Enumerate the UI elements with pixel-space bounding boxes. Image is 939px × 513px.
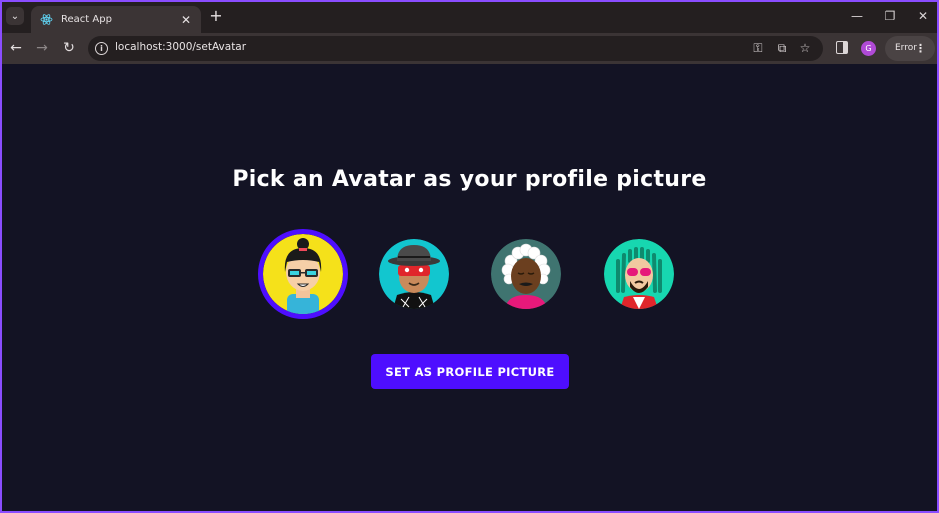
set-profile-picture-button[interactable]: SET AS PROFILE PICTURE [371, 354, 569, 389]
side-panel-icon[interactable] [836, 41, 848, 54]
error-label: Error [895, 43, 917, 53]
tab-react-app[interactable]: React App ✕ [31, 6, 201, 33]
chevron-down-icon: ⌄ [10, 10, 20, 22]
avatar-yellow-sunglasses-icon [263, 234, 343, 314]
avatar-hat-mask-icon [379, 239, 449, 309]
window-border [0, 0, 939, 513]
page-title: Pick an Avatar as your profile picture [232, 167, 707, 192]
avatar-dreadlocks-icon [604, 239, 674, 309]
forward-arrow-icon[interactable]: → [32, 38, 52, 58]
address-bar[interactable]: i localhost:3000/setAvatar ⚿ ⧉ ☆ [88, 36, 823, 61]
window-close-icon[interactable]: ✕ [913, 9, 933, 25]
avatar-option-2[interactable] [379, 239, 449, 309]
avatar-white-hair-icon [491, 239, 561, 309]
avatar-option-4[interactable] [604, 239, 674, 309]
restore-icon[interactable]: ❐ [880, 9, 900, 25]
site-info-icon[interactable]: i [95, 42, 108, 55]
error-button[interactable]: Error ⋮ [885, 36, 935, 61]
avatar-option-3[interactable] [491, 239, 561, 309]
key-icon[interactable]: ⚿ [750, 40, 766, 56]
minimize-icon[interactable]: — [847, 9, 867, 25]
reload-icon[interactable]: ↻ [59, 38, 79, 58]
back-arrow-icon[interactable]: ← [6, 38, 26, 58]
tab-strip: ⌄ React App ✕ + — ❐ ✕ [0, 0, 939, 33]
browser-toolbar: ← → ↻ i localhost:3000/setAvatar ⚿ ⧉ ☆ G… [0, 33, 939, 64]
react-logo-icon [40, 13, 53, 26]
url-text: localhost:3000/setAvatar [115, 41, 247, 53]
tab-search-button[interactable]: ⌄ [6, 7, 24, 25]
close-tab-icon[interactable]: ✕ [179, 13, 193, 27]
avatar-option-1[interactable] [258, 229, 348, 319]
tab-title: React App [61, 14, 112, 25]
more-menu-icon[interactable]: ⋮ [915, 36, 926, 61]
install-app-icon[interactable]: ⧉ [774, 40, 790, 56]
bookmark-star-icon[interactable]: ☆ [797, 40, 813, 56]
profile-avatar[interactable]: G [861, 41, 876, 56]
new-tab-button[interactable]: + [207, 7, 225, 25]
